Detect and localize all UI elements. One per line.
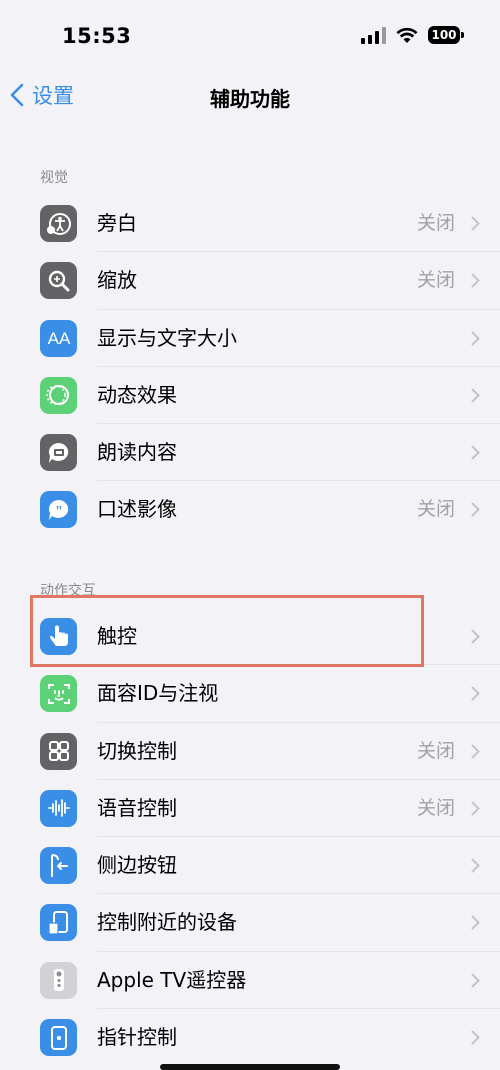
row-switch-control[interactable]: 切换控制 关闭: [0, 723, 500, 780]
navigation-bar: 设置 辅助功能: [0, 70, 500, 125]
svg-text:": ": [55, 504, 63, 519]
spoken-content-icon: [40, 434, 77, 472]
nearby-devices-icon: [40, 904, 77, 942]
chevron-right-icon: [471, 331, 480, 346]
cellular-signal-icon: [361, 26, 386, 44]
touch-icon: [40, 618, 77, 655]
row-voiceover[interactable]: 旁白 关闭: [0, 195, 500, 253]
row-display-text-size[interactable]: AA 显示与文字大小: [0, 310, 500, 367]
row-label: 旁白: [97, 211, 137, 235]
row-touch[interactable]: 触控: [0, 608, 500, 666]
row-voice-control[interactable]: 语音控制 关闭: [0, 780, 500, 838]
chevron-right-icon: [471, 1030, 480, 1045]
voice-control-icon: [40, 789, 77, 827]
text-size-icon: AA: [40, 319, 77, 357]
chevron-right-icon: [471, 629, 480, 644]
section-header-physical-motor: 动作交互: [40, 583, 96, 599]
row-label: 切换控制: [97, 738, 177, 763]
section-header-vision: 视觉: [40, 170, 68, 186]
row-value: 关闭: [416, 796, 455, 819]
audio-description-icon: ": [40, 491, 77, 529]
home-indicator: [160, 1064, 340, 1070]
svg-text:AA: AA: [47, 329, 70, 348]
row-apple-tv-remote[interactable]: Apple TV遥控器: [0, 952, 500, 1010]
switch-control-icon: [40, 732, 77, 770]
row-value: 关闭: [416, 212, 455, 234]
row-label: 触控: [97, 624, 137, 648]
voiceover-icon: [40, 205, 77, 242]
battery-indicator: 100: [428, 26, 464, 44]
chevron-right-icon: [471, 686, 480, 701]
row-label: 侧边按钮: [97, 853, 177, 878]
row-pointer-control[interactable]: 指针控制: [0, 1009, 500, 1066]
chevron-right-icon: [471, 744, 480, 759]
zoom-icon: [40, 262, 77, 300]
motion-icon: [40, 376, 77, 414]
row-label: 口述影像: [97, 497, 177, 522]
chevron-right-icon: [471, 273, 480, 288]
chevron-right-icon: [471, 858, 480, 873]
face-id-icon: [40, 675, 77, 713]
chevron-right-icon: [471, 801, 480, 816]
row-motion[interactable]: 动态效果: [0, 367, 500, 425]
row-side-button[interactable]: 侧边按钮: [0, 837, 500, 895]
side-button-icon: [40, 847, 77, 885]
chevron-right-icon: [471, 502, 480, 517]
row-label: Apple TV遥控器: [97, 967, 247, 992]
status-time: 15:53: [62, 24, 132, 48]
row-label: 面容ID与注视: [97, 681, 219, 706]
row-value: 关闭: [416, 739, 455, 762]
row-audio-descriptions[interactable]: " 口述影像 关闭: [0, 481, 500, 538]
page-title: 辅助功能: [210, 87, 290, 111]
chevron-right-icon: [471, 216, 480, 231]
chevron-right-icon: [471, 915, 480, 930]
pointer-control-icon: [40, 1019, 77, 1057]
chevron-right-icon: [471, 973, 480, 988]
row-spoken-content[interactable]: 朗读内容: [0, 424, 500, 482]
chevron-right-icon: [471, 388, 480, 403]
row-label: 朗读内容: [97, 440, 177, 465]
status-icons: 100: [361, 26, 464, 44]
vision-list: 旁白 关闭 缩放 关闭 AA 显示与文字大小 动态效果 朗读内容 " 口述影像 …: [0, 195, 500, 539]
row-value: 关闭: [416, 498, 455, 521]
physical-motor-list: 触控 面容ID与注视 切换控制 关闭 语音控制 关闭 侧边按钮 控制附近的设备 …: [0, 608, 500, 1066]
row-label: 显示与文字大小: [97, 325, 237, 350]
row-control-nearby-devices[interactable]: 控制附近的设备: [0, 894, 500, 952]
apple-tv-remote-icon: [40, 961, 77, 999]
row-label: 控制附近的设备: [97, 910, 237, 935]
row-label: 动态效果: [97, 382, 177, 407]
row-label: 缩放: [97, 268, 137, 293]
row-value: 关闭: [416, 269, 455, 292]
row-face-id-attention[interactable]: 面容ID与注视: [0, 665, 500, 723]
status-bar: 15:53 100: [0, 0, 500, 70]
row-label: 语音控制: [97, 795, 177, 820]
row-label: 指针控制: [97, 1025, 177, 1050]
wifi-icon: [396, 27, 418, 43]
row-zoom[interactable]: 缩放 关闭: [0, 252, 500, 310]
chevron-right-icon: [471, 445, 480, 460]
